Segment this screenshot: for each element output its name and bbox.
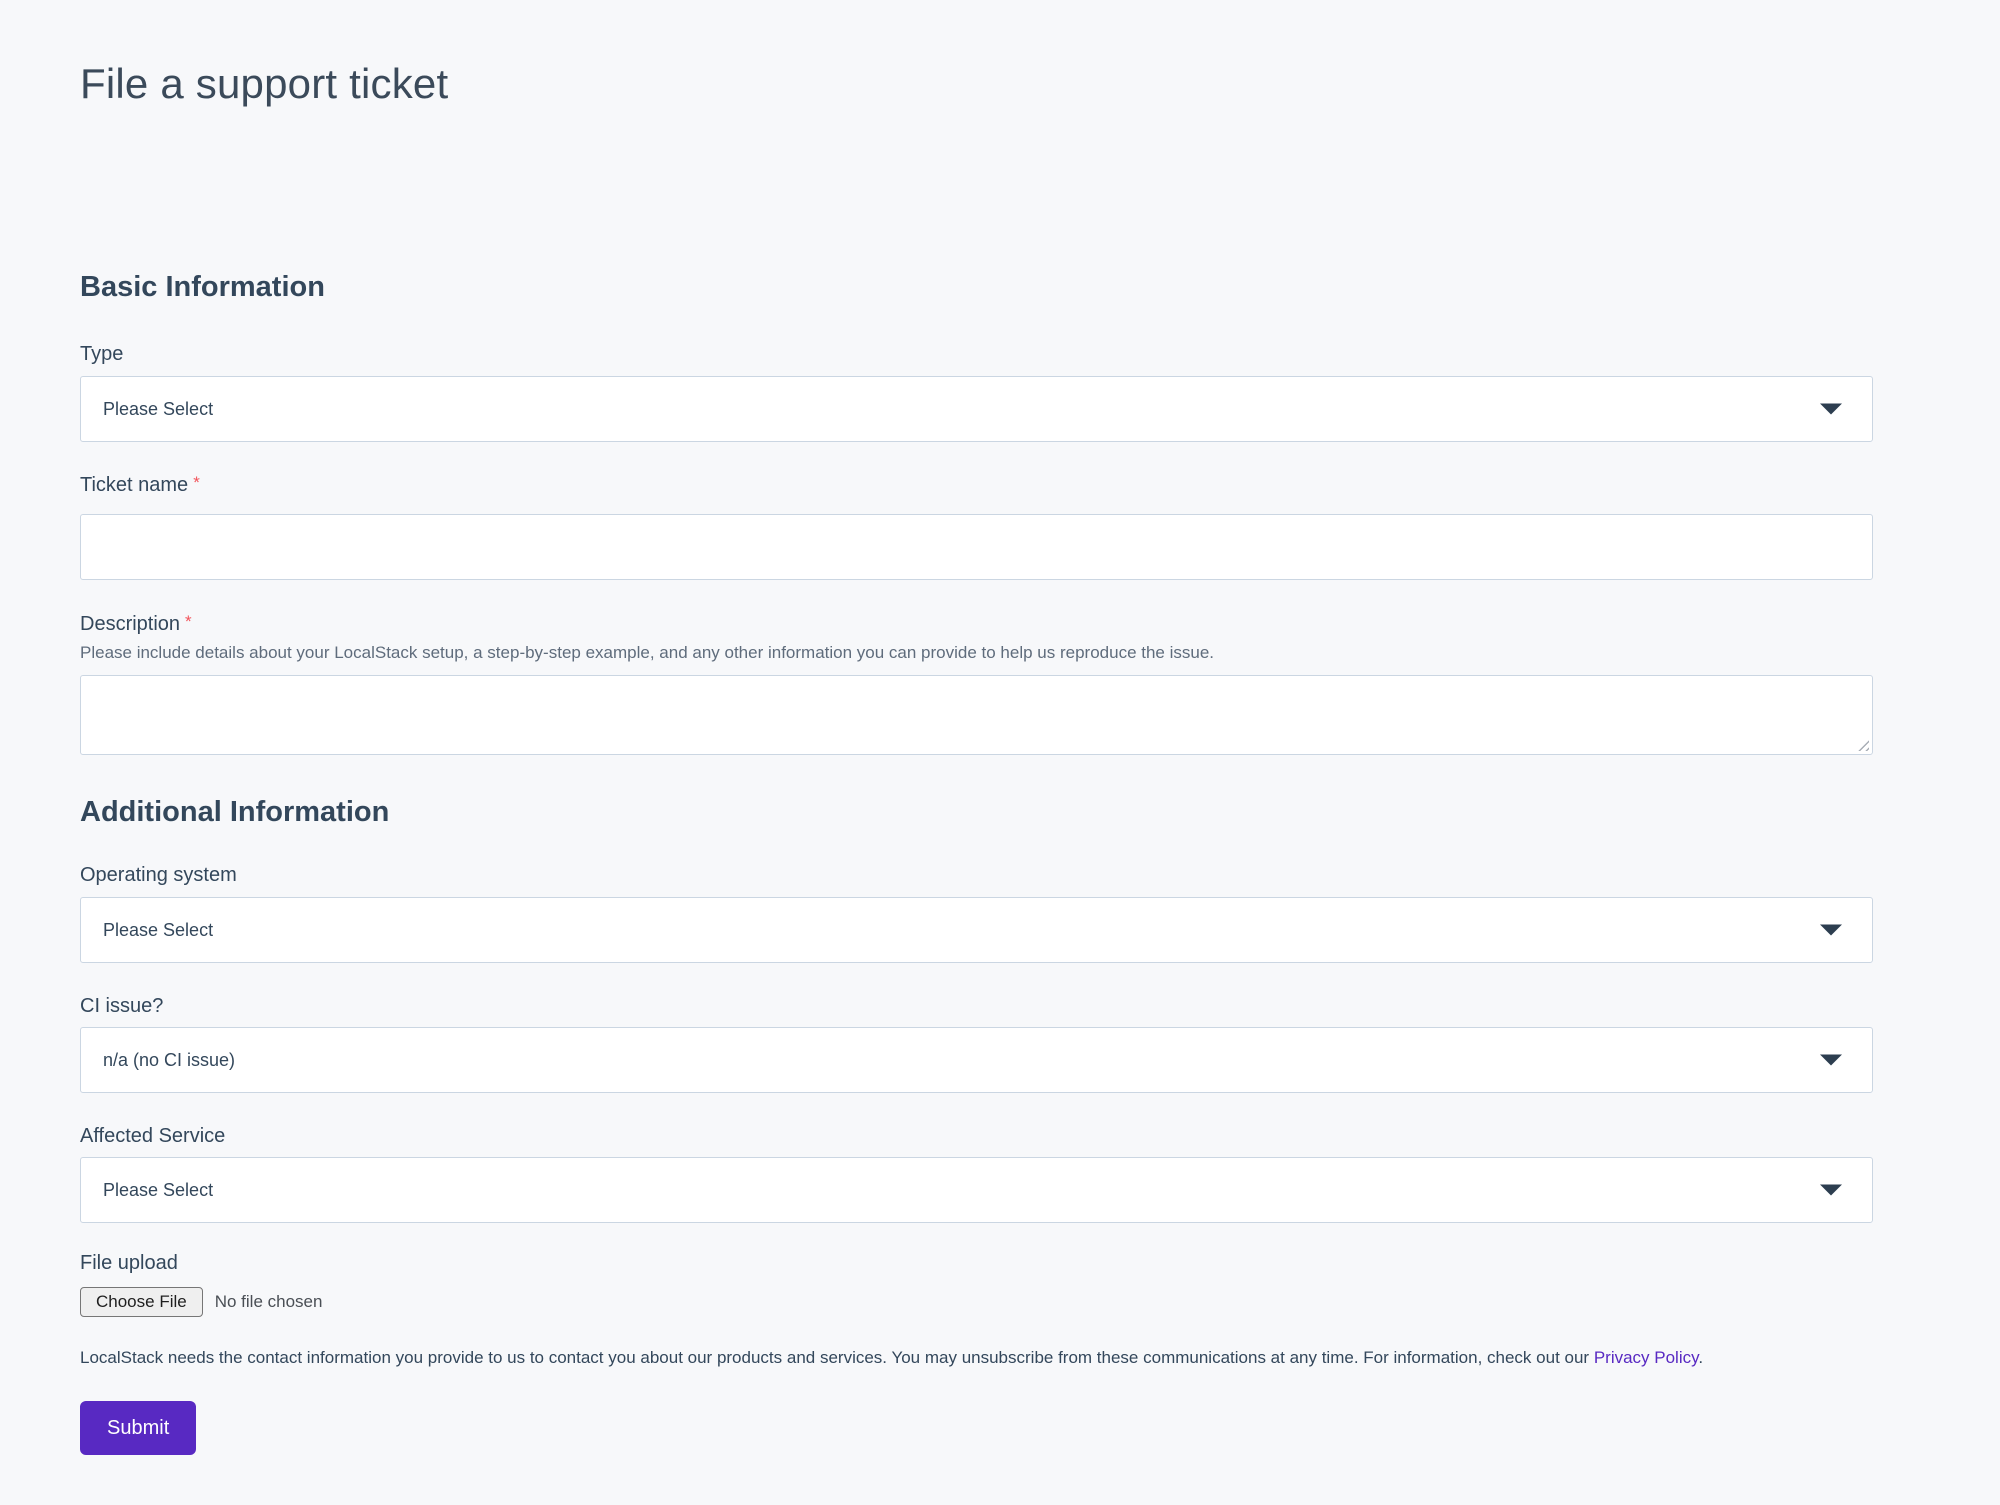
page-title: File a support ticket [80, 0, 1873, 108]
file-upload-control: Choose File No file chosen [80, 1287, 1873, 1317]
operating-system-label: Operating system [80, 863, 1873, 887]
description-help-text: Please include details about your LocalS… [80, 642, 1873, 663]
ci-issue-label: CI issue? [80, 994, 1873, 1018]
section-heading-additional-information: Additional Information [80, 795, 1873, 830]
dropdown-arrow-icon [1820, 404, 1842, 415]
choose-file-button[interactable]: Choose File [80, 1287, 203, 1317]
privacy-notice-period: . [1698, 1348, 1703, 1367]
type-select[interactable]: Please Select [80, 376, 1873, 442]
description-textarea[interactable] [80, 675, 1873, 755]
ci-issue-select[interactable]: n/a (no CI issue) [80, 1027, 1873, 1093]
affected-service-select[interactable]: Please Select [80, 1157, 1873, 1223]
type-label: Type [80, 342, 1873, 366]
type-select-value: Please Select [103, 399, 213, 420]
ci-issue-select-value: n/a (no CI issue) [103, 1050, 235, 1071]
required-asterisk: * [185, 612, 192, 631]
submit-button[interactable]: Submit [80, 1401, 196, 1455]
privacy-notice: LocalStack needs the contact information… [80, 1347, 1873, 1368]
required-asterisk: * [193, 473, 200, 492]
dropdown-arrow-icon [1820, 1185, 1842, 1196]
ticket-name-input[interactable] [80, 514, 1873, 580]
privacy-policy-link[interactable]: Privacy Policy [1594, 1348, 1699, 1367]
operating-system-select-value: Please Select [103, 920, 213, 941]
description-label: Description* [80, 612, 1873, 637]
file-upload-label: File upload [80, 1251, 1873, 1275]
affected-service-label: Affected Service [80, 1124, 1873, 1148]
file-upload-status: No file chosen [215, 1292, 323, 1312]
ticket-name-label: Ticket name* [80, 473, 1873, 498]
affected-service-select-value: Please Select [103, 1180, 213, 1201]
section-heading-basic-information: Basic Information [80, 270, 1873, 305]
dropdown-arrow-icon [1820, 1055, 1842, 1066]
privacy-notice-text: LocalStack needs the contact information… [80, 1348, 1594, 1367]
operating-system-select[interactable]: Please Select [80, 897, 1873, 963]
support-ticket-form: File a support ticket Basic Information … [80, 0, 1873, 1455]
dropdown-arrow-icon [1820, 925, 1842, 936]
